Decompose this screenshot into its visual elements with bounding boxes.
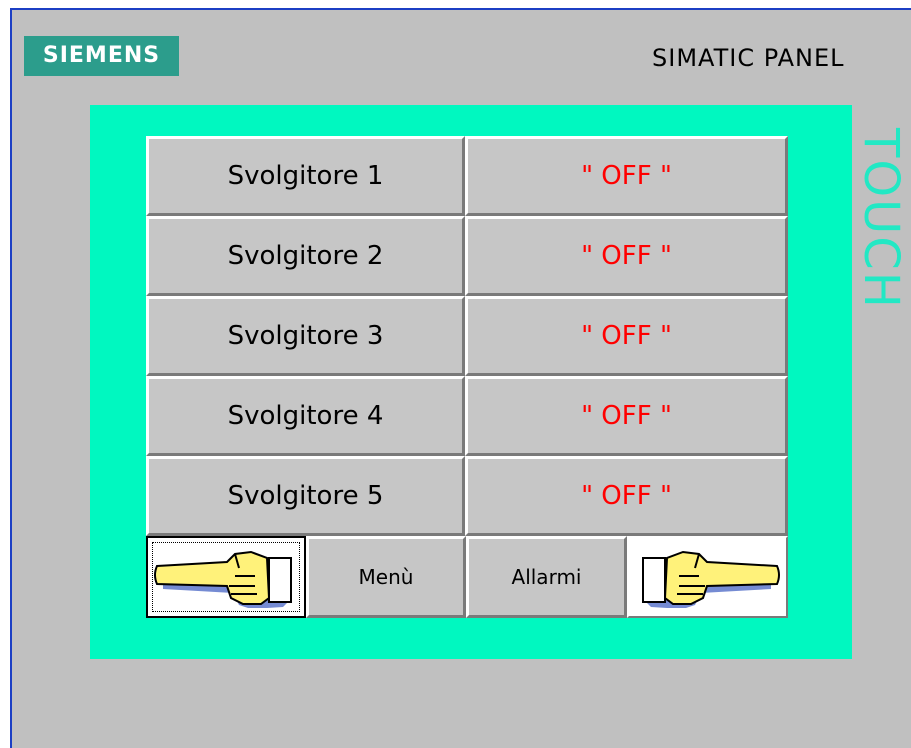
- unwinder-2-state[interactable]: " OFF ": [465, 216, 788, 296]
- unwinder-2-button[interactable]: Svolgitore 2: [146, 216, 465, 296]
- touch-label: TOUCH: [853, 128, 909, 310]
- menu-button[interactable]: Menù: [306, 536, 466, 618]
- hand-pointing-right-icon: [633, 546, 783, 608]
- navigation-bar: Menù Allarmi: [146, 536, 788, 618]
- siemens-logo: SIEMENS: [24, 36, 179, 76]
- unwinder-4-state[interactable]: " OFF ": [465, 376, 788, 456]
- unwinder-1-state[interactable]: " OFF ": [465, 136, 788, 216]
- unwinder-4-button[interactable]: Svolgitore 4: [146, 376, 465, 456]
- unwinder-row-5: Svolgitore 5 " OFF ": [146, 456, 788, 536]
- unwinder-row-4: Svolgitore 4 " OFF ": [146, 376, 788, 456]
- previous-page-button[interactable]: [146, 536, 306, 618]
- unwinder-3-button[interactable]: Svolgitore 3: [146, 296, 465, 376]
- hmi-panel-frame: SIEMENS SIMATIC PANEL TOUCH Svolgitore 1…: [10, 8, 911, 748]
- unwinder-1-button[interactable]: Svolgitore 1: [146, 136, 465, 216]
- next-page-button[interactable]: [627, 536, 788, 618]
- panel-model-label: SIMATIC PANEL: [652, 44, 845, 72]
- unwinder-row-1: Svolgitore 1 " OFF ": [146, 136, 788, 216]
- unwinder-status-grid: Svolgitore 1 " OFF " Svolgitore 2 " OFF …: [146, 136, 788, 618]
- hand-pointing-left-icon: [151, 546, 301, 608]
- unwinder-3-state[interactable]: " OFF ": [465, 296, 788, 376]
- unwinder-5-state[interactable]: " OFF ": [465, 456, 788, 536]
- alarms-button[interactable]: Allarmi: [466, 536, 627, 618]
- unwinder-row-3: Svolgitore 3 " OFF ": [146, 296, 788, 376]
- unwinder-row-2: Svolgitore 2 " OFF ": [146, 216, 788, 296]
- unwinder-5-button[interactable]: Svolgitore 5: [146, 456, 465, 536]
